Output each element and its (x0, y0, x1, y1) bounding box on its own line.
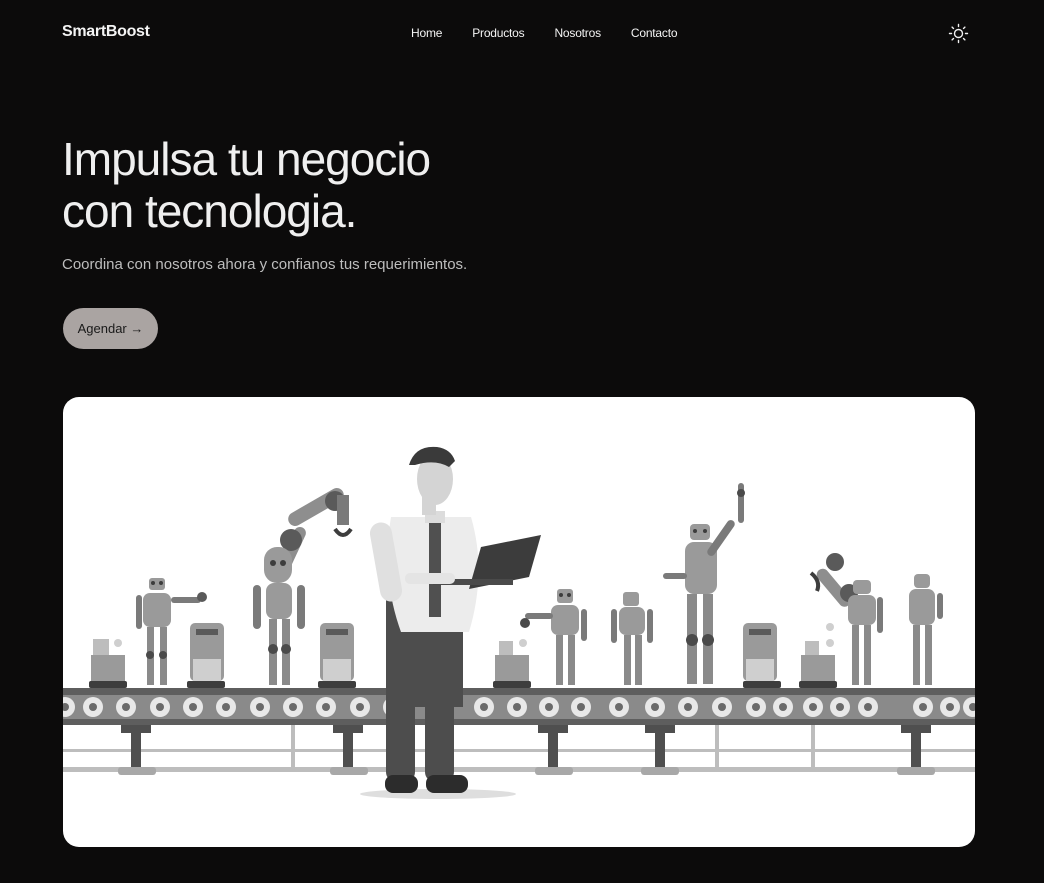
nav-item-nosotros[interactable]: Nosotros (554, 26, 601, 40)
nav-item-productos[interactable]: Productos (472, 26, 524, 40)
hero-title: Impulsa tu negocio con tecnologia. (62, 133, 431, 237)
nav-item-home[interactable]: Home (411, 26, 442, 40)
main-nav: Home Productos Nosotros Contacto (411, 26, 707, 40)
hero-title-line-2: con tecnologia. (62, 185, 357, 237)
brand-logo[interactable]: SmartBoost (62, 23, 150, 41)
hero-subtitle: Coordina con nosotros ahora y confianos … (62, 256, 468, 273)
agendar-button[interactable]: Agendar → (63, 308, 158, 349)
theme-toggle-button[interactable] (948, 23, 969, 44)
robot-assembly-illustration (63, 446, 975, 799)
hero-title-line-1: Impulsa tu negocio (62, 133, 431, 185)
hero-illustration (63, 397, 975, 847)
nav-item-contacto[interactable]: Contacto (631, 26, 678, 40)
sun-icon (948, 23, 969, 44)
